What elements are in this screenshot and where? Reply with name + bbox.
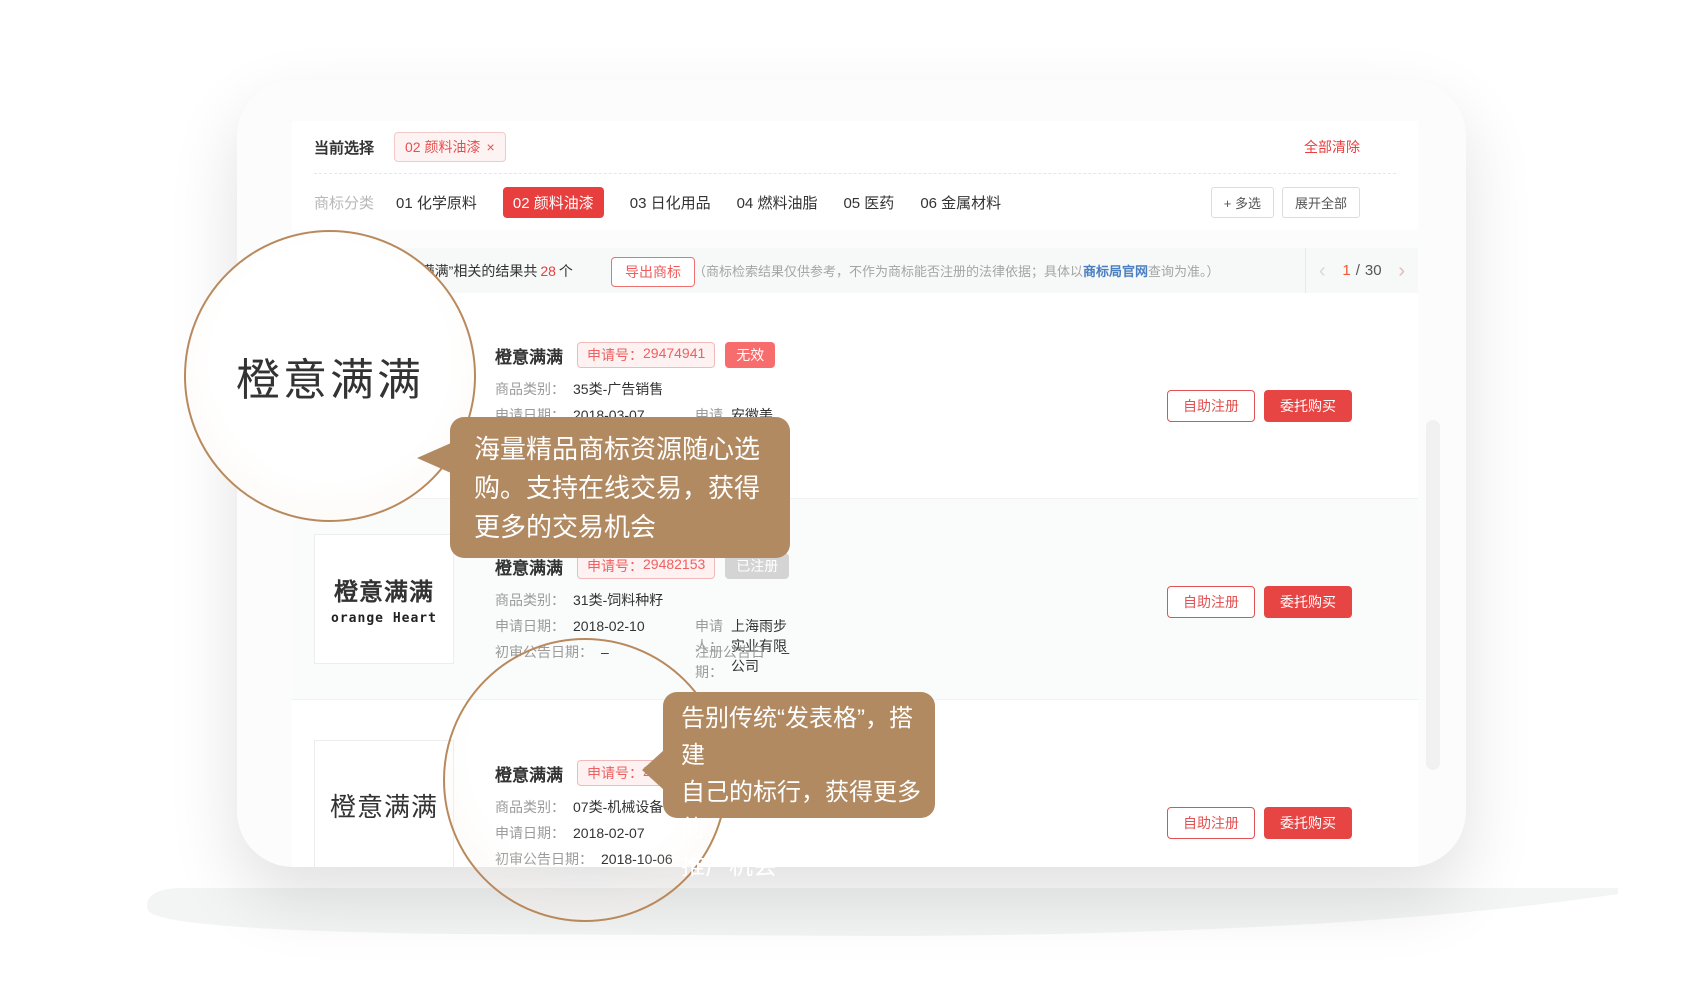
trademark-thumbnail[interactable]: 橙意满满 orange Heart: [314, 534, 454, 664]
category-label: 商品类别：: [495, 379, 565, 399]
category-item-06[interactable]: 06 金属材料: [920, 192, 1001, 213]
summary-suffix: 个: [559, 261, 573, 281]
expand-all-button[interactable]: 展开全部: [1282, 187, 1360, 218]
filter-card: 当前选择 02 颜料油漆 × 全部清除 商标分类 01 化学原料 02 颜料油漆…: [292, 121, 1418, 230]
pagination: ‹ 1 / 30 ›: [1305, 248, 1418, 293]
magnified-trademark-text: 橙意满满: [236, 344, 424, 408]
reg-publication-label: 注册公告日期：: [695, 642, 774, 682]
self-register-button[interactable]: 自助注册: [1167, 586, 1255, 618]
clear-all-link[interactable]: 全部清除: [1304, 137, 1360, 157]
trademark-office-link[interactable]: 商标局官网: [1083, 261, 1148, 280]
thumbnail-subtext: orange Heart: [331, 611, 437, 626]
prev-page-icon[interactable]: ‹: [1319, 261, 1326, 281]
application-number-tag: 申请号：29474941: [577, 342, 715, 368]
first-publication-value: –: [601, 642, 609, 662]
selected-filter-tag[interactable]: 02 颜料油漆 ×: [394, 132, 506, 162]
status-badge: 无效: [725, 342, 775, 368]
summary-count: 28: [540, 263, 556, 279]
category-value: 35类-广告销售: [573, 379, 663, 399]
disclaimer-prefix: （商标检索结果仅供参考，不作为商标能否注册的法律依据；具体以: [693, 261, 1083, 280]
entrust-buy-button[interactable]: 委托购买: [1264, 586, 1352, 618]
trademark-name: 橙意满满: [495, 343, 563, 368]
category-row-label: 商标分类: [314, 192, 374, 213]
category-value: 07类-机械设备: [573, 797, 663, 817]
first-publication-value: 2018-10-06: [601, 849, 673, 867]
self-register-button[interactable]: 自助注册: [1167, 390, 1255, 422]
reg-publication-value: –: [782, 642, 790, 682]
trademark-thumbnail[interactable]: 橙意满满: [314, 740, 454, 867]
remove-tag-icon[interactable]: ×: [486, 139, 494, 155]
category-row: 商标分类 01 化学原料 02 颜料油漆 03 日化用品 04 燃料油脂 05 …: [292, 174, 1418, 230]
apply-date-label: 申请日期：: [495, 616, 565, 636]
magnifier-circle-top: 橙意满满: [184, 230, 476, 522]
disclaimer-suffix: 查询为准。）: [1148, 261, 1220, 280]
category-value: 31类-饲料种籽: [573, 590, 663, 610]
row-actions: 自助注册 委托购买: [1167, 390, 1352, 422]
category-item-03[interactable]: 03 日化用品: [630, 192, 711, 213]
total-pages: 30: [1365, 262, 1382, 279]
row-actions: 自助注册 委托购买: [1167, 586, 1352, 618]
entrust-buy-button[interactable]: 委托购买: [1264, 390, 1352, 422]
category-item-04[interactable]: 04 燃料油脂: [737, 192, 818, 213]
apply-date-value: 2018-02-10: [573, 616, 645, 636]
trademark-info: 橙意满满 申请号：29482153 已注册 商品类别： 31类-饲料种籽 申请日…: [495, 554, 789, 662]
first-publication-label: 初审公告日期：: [495, 642, 593, 662]
category-item-01[interactable]: 01 化学原料: [396, 192, 477, 213]
category-item-05[interactable]: 05 医药: [843, 192, 894, 213]
scrollbar[interactable]: [1426, 420, 1440, 770]
filter-buttons: + 多选 展开全部: [1211, 187, 1360, 218]
self-register-button[interactable]: 自助注册: [1167, 807, 1255, 839]
next-page-icon[interactable]: ›: [1398, 261, 1405, 281]
row-actions: 自助注册 委托购买: [1167, 807, 1352, 839]
laptop-base: [140, 882, 1640, 944]
entrust-buy-button[interactable]: 委托购买: [1264, 807, 1352, 839]
category-item-02-selected[interactable]: 02 颜料油漆: [503, 187, 604, 218]
first-publication-label: 初审公告日期：: [495, 849, 593, 867]
thumbnail-text: 橙意满满: [330, 787, 438, 824]
trademark-name: 橙意满满: [495, 761, 563, 786]
current-selection-label: 当前选择: [314, 137, 374, 158]
page-indicator: 1 / 30: [1342, 262, 1381, 279]
tooltip-buy-resources: 海量精品商标资源随心选 购。支持在线交易，获得 更多的交易机会: [450, 417, 790, 558]
category-label: 商品类别：: [495, 590, 565, 610]
page-separator: /: [1356, 262, 1360, 279]
disclaimer: （商标检索结果仅供参考，不作为商标能否注册的法律依据；具体以商标局官网查询为准。…: [693, 248, 1220, 293]
results-header: 检索到“橙意满满”相关的结果共 28 个 导出商标 （商标检索结果仅供参考，不作…: [292, 248, 1418, 293]
export-trademarks-button[interactable]: 导出商标: [611, 257, 695, 287]
current-selection-row: 当前选择 02 颜料油漆 × 全部清除: [292, 121, 1418, 173]
category-label: 商品类别：: [495, 797, 565, 817]
tooltip-promotion: 告别传统“发表格”，搭建 自己的标行，获得更多的 推广机会: [663, 692, 935, 818]
multi-select-button[interactable]: + 多选: [1211, 187, 1274, 218]
selected-filter-tag-text: 02 颜料油漆: [405, 137, 480, 157]
category-list: 01 化学原料 02 颜料油漆 03 日化用品 04 燃料油脂 05 医药 06…: [396, 187, 1001, 218]
current-page: 1: [1342, 262, 1350, 279]
apply-date-label: 申请日期：: [495, 823, 565, 843]
apply-date-value: 2018-02-07: [573, 823, 645, 843]
thumbnail-text: 橙意满满: [334, 572, 434, 607]
page: 当前选择 02 颜料油漆 × 全部清除 商标分类 01 化学原料 02 颜料油漆…: [0, 0, 1696, 1002]
